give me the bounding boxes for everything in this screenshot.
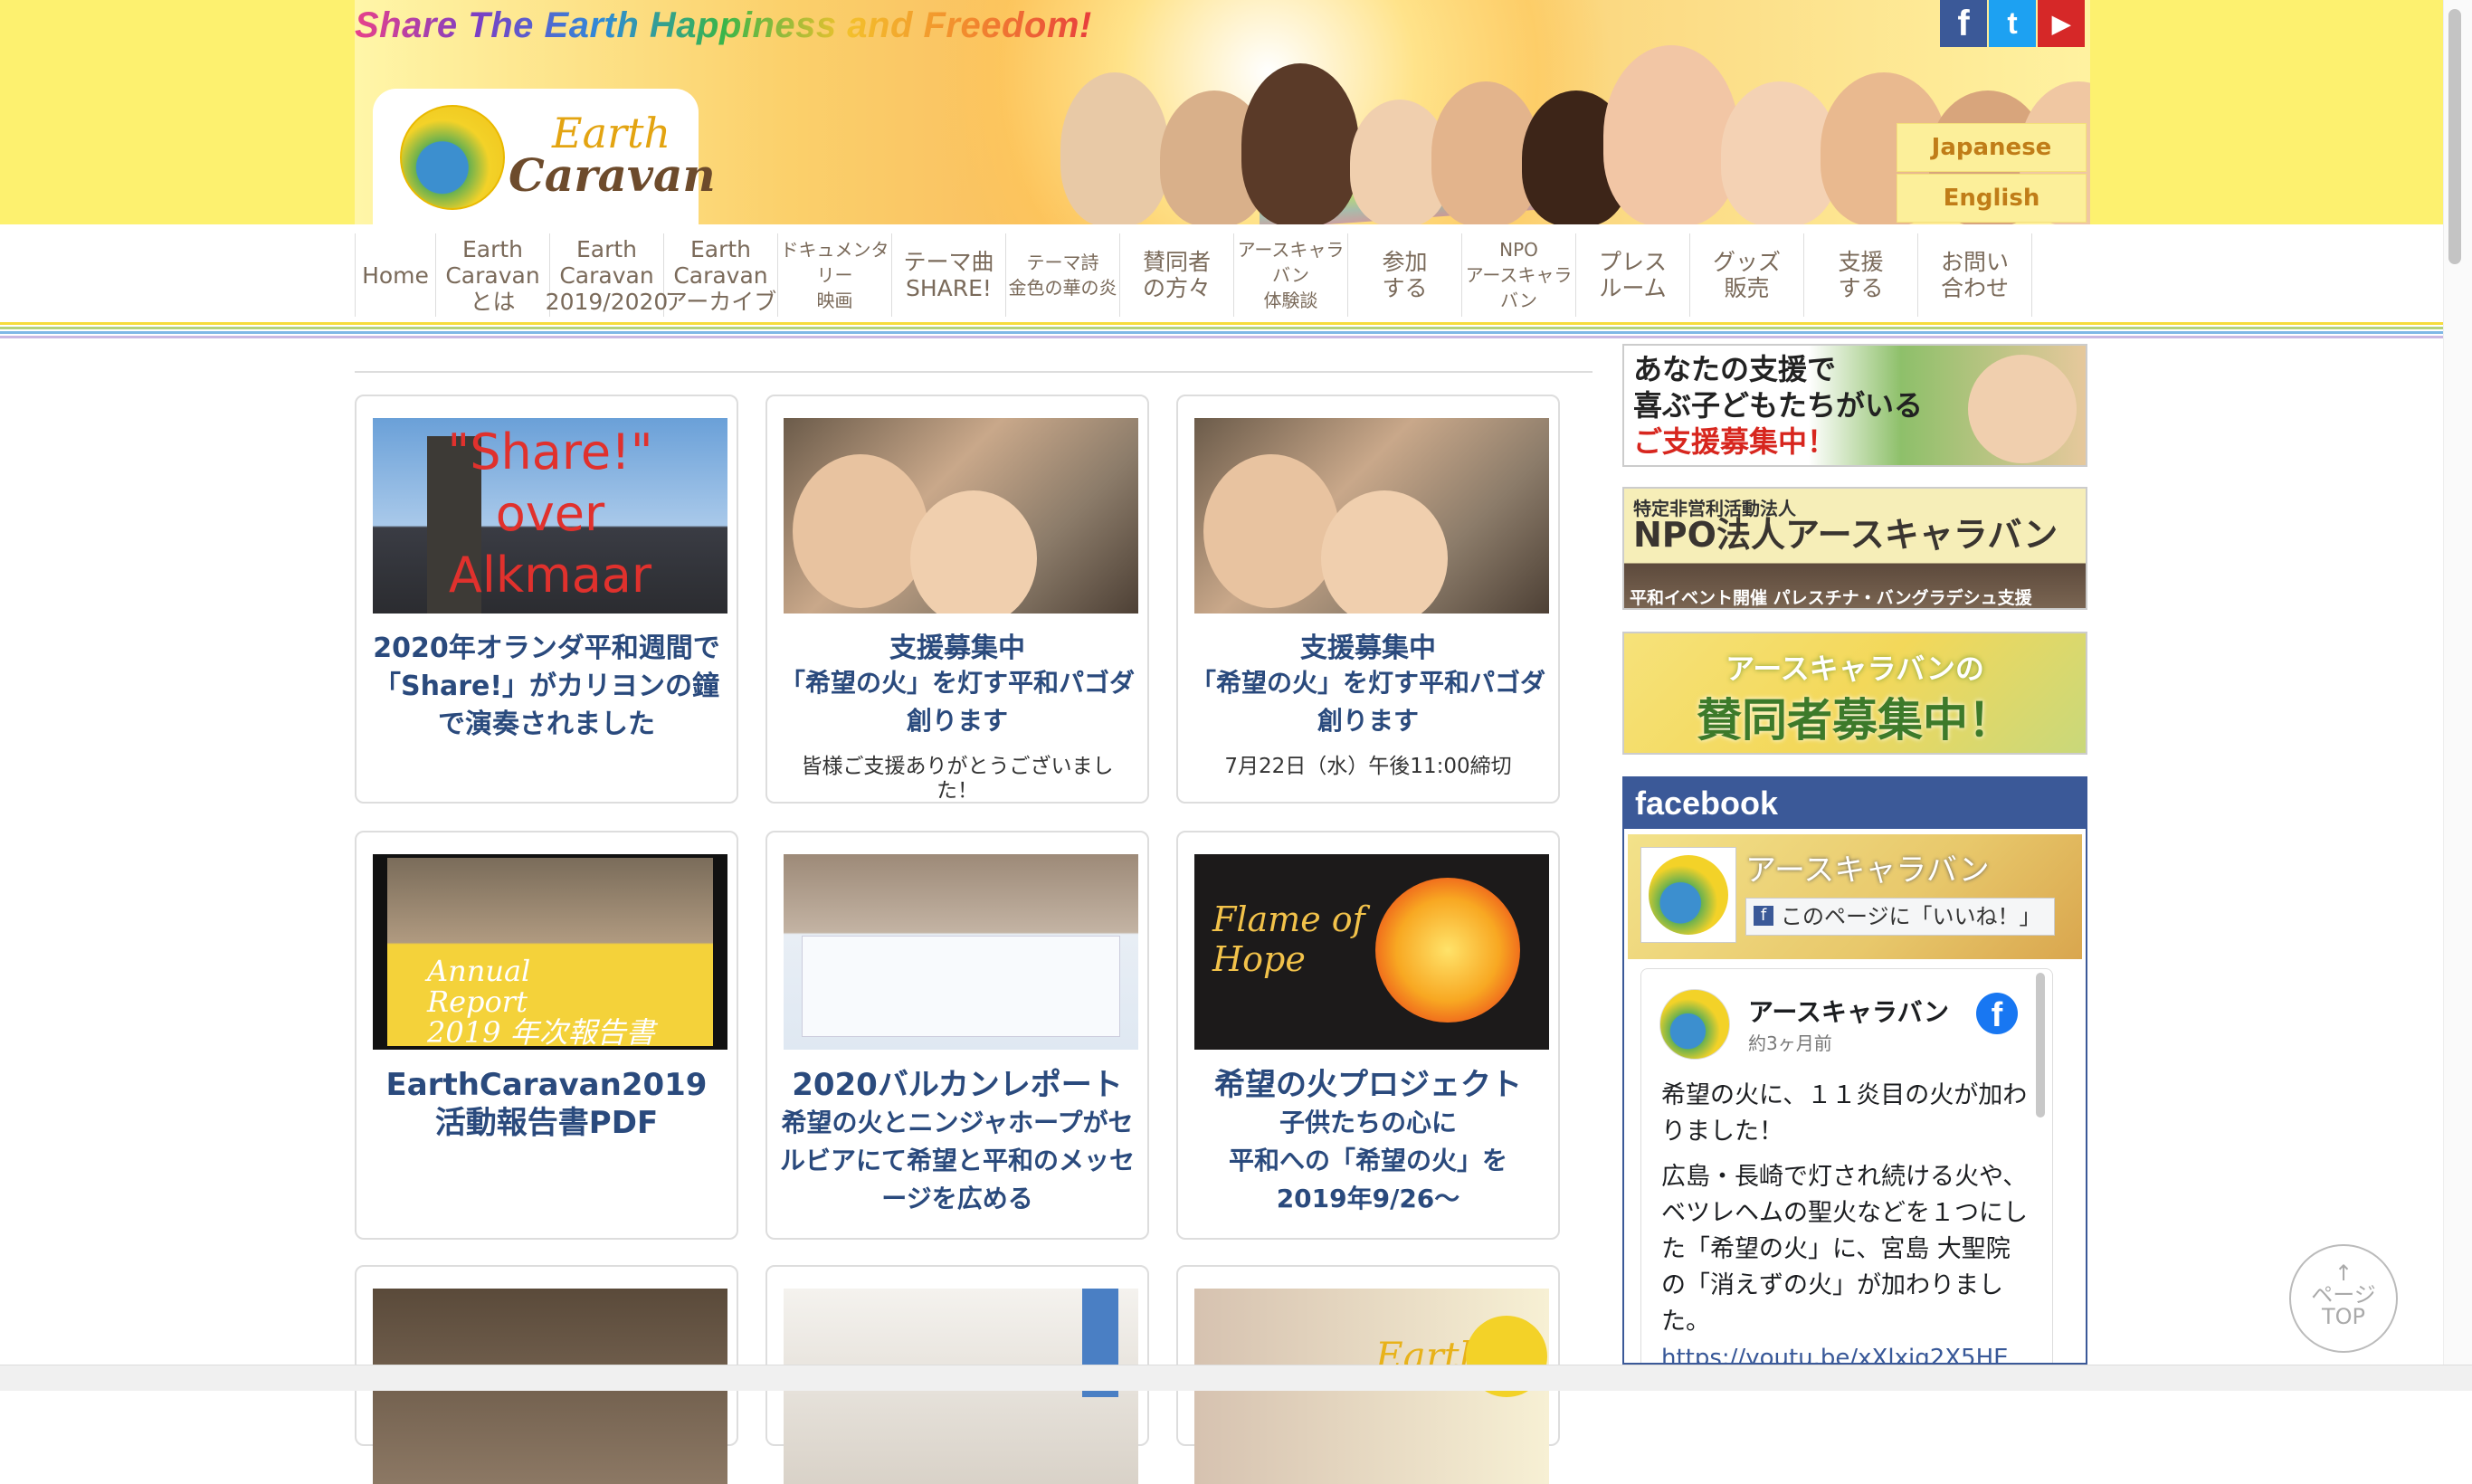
banner-line: あなたの支援で	[1633, 352, 1837, 386]
facebook-page-name[interactable]: アースキャラバン	[1745, 845, 1990, 889]
facebook-like-icon: f	[1754, 906, 1773, 926]
banner-line: アースキャラバンの	[1726, 652, 1984, 686]
news-card[interactable]: Annual Report 2019 年次報告書 EarthCaravan201…	[355, 831, 738, 1240]
npo-banner[interactable]: 特定非営利活動法人 NPO法人アースキャラバン 平和イベント開催 パレスチナ・バ…	[1622, 487, 2087, 610]
nav-item-join[interactable]: 参加 する	[1348, 233, 1462, 317]
news-card[interactable]: "Share!" over Alkmaar 2020年オランダ平和週間で「Sha…	[355, 395, 738, 804]
facebook-heading: facebook	[1624, 778, 2086, 829]
page-top-button[interactable]: ↑ ページ TOP	[2289, 1244, 2398, 1353]
nav-item-press[interactable]: プレス ルーム	[1576, 233, 1690, 317]
facebook-like-label: このページに「いいね！」	[1781, 904, 2041, 929]
banner-line: 喜ぶ子どもたちがいる	[1633, 388, 1924, 423]
nav-item-contact[interactable]: お問い 合わせ	[1918, 233, 2032, 317]
facebook-logo-icon: f	[1976, 993, 2018, 1034]
news-card[interactable]: 支援募集中 「希望の火」を灯す平和パゴダ創ります 7月22日（水）午後11:00…	[1176, 395, 1560, 804]
post-scrollbar[interactable]	[2036, 973, 2045, 1118]
banner-line: 賛同者募集中！	[1697, 694, 2013, 747]
card-image: Annual Report 2019 年次報告書	[373, 854, 727, 1050]
nav-item-documentary[interactable]: ドキュメンタリー 映画	[778, 233, 892, 317]
post-author[interactable]: アースキャラバン	[1748, 993, 1949, 1029]
language-japanese-button[interactable]: Japanese	[1897, 123, 2087, 172]
facebook-icon[interactable]: f	[1940, 0, 1987, 47]
post-time[interactable]: 約3ヶ月前	[1748, 1029, 1832, 1055]
nav-item-home[interactable]: Home	[355, 233, 436, 317]
card-image: Flame of Hope	[1194, 854, 1549, 1050]
banner-line: NPO法人アースキャラバン	[1633, 515, 2058, 555]
banner-line: ご支援募集中！	[1633, 424, 1837, 459]
card-title: 2020年オランダ平和週間で「Share!」がカリヨンの鐘で演奏されました	[373, 633, 720, 740]
nav-item-2019-2020[interactable]: Earth Caravan 2019/2020	[546, 233, 668, 317]
main-nav: Home Earth Caravan とは Earth Caravan 2019…	[355, 233, 2032, 317]
twitter-icon[interactable]: t	[1989, 0, 2036, 47]
card-note: 皆様ご支援ありがとうございました！	[801, 755, 1114, 803]
logo-text-caravan: Caravan	[509, 148, 716, 202]
card-body: 希望の火とニンジャホープがセルビアにて希望と平和のメッセージを広める	[779, 1108, 1135, 1213]
language-english-button[interactable]: English	[1897, 174, 2087, 223]
card-body: 子供たちの心に 平和への「希望の火」を 2019年9/26〜	[1228, 1108, 1507, 1213]
card-title: 2020バルカンレポート	[792, 1067, 1123, 1103]
site-logo[interactable]: Earth Caravan	[373, 89, 716, 224]
card-title: EarthCaravan2019 活動報告書PDF	[385, 1067, 708, 1141]
card-title: 支援募集中	[889, 633, 1025, 664]
post-link[interactable]: https://youtu.be/xXlxjg2X5HE	[1661, 1340, 2009, 1363]
card-title: 希望の火プロジェクト	[1214, 1067, 1522, 1103]
post-text: 希望の火に、１１炎目の火が加わりました！	[1661, 1081, 2028, 1146]
facebook-page-avatar[interactable]	[1640, 847, 1736, 943]
header-tagline: Share The Earth Happiness and Freedom!	[355, 5, 1092, 45]
nav-item-theme-poem[interactable]: テーマ詩 金色の華の炎	[1006, 233, 1120, 317]
horizontal-scrollbar[interactable]	[0, 1365, 2472, 1391]
card-image	[784, 854, 1138, 1050]
nav-item-experiences[interactable]: アースキャラバン 体験談	[1234, 233, 1348, 317]
card-image: "Share!" over Alkmaar	[373, 418, 727, 614]
page-top-label: TOP	[2321, 1304, 2366, 1329]
card-title: 支援募集中	[1300, 633, 1436, 664]
news-card[interactable]	[765, 1265, 1149, 1484]
facebook-widget: facebook アースキャラバン f このページに「いいね！」 アースキャラバ…	[1622, 776, 2087, 1365]
nav-item-support[interactable]: 支援 する	[1804, 233, 1918, 317]
youtube-icon[interactable]: ▶	[2038, 0, 2085, 47]
nav-item-about[interactable]: Earth Caravan とは	[436, 233, 550, 317]
nav-divider-stripes	[0, 322, 2443, 338]
post-author-avatar[interactable]	[1659, 989, 1730, 1060]
nav-item-theme-song[interactable]: テーマ曲 SHARE!	[892, 233, 1006, 317]
card-body: 「希望の火」を灯す平和パゴダ創ります	[1190, 668, 1545, 736]
card-note: 7月22日（水）午後11:00締切	[1224, 755, 1512, 778]
donation-banner[interactable]: あなたの支援で 喜ぶ子どもたちがいる ご支援募集中！	[1622, 344, 2087, 467]
nav-item-supporters[interactable]: 賛同者 の方々	[1120, 233, 1234, 317]
card-body: 「希望の火」を灯す平和パゴダ創ります	[779, 668, 1135, 736]
nav-item-goods[interactable]: グッズ 販売	[1690, 233, 1804, 317]
news-card[interactable]	[355, 1265, 738, 1484]
post-text: 広島・長崎で灯され続ける火や、ベツレヘムの聖火などを１つにした「希望の火」に、宮…	[1661, 1163, 2028, 1336]
news-card[interactable]: 2020バルカンレポート 希望の火とニンジャホープがセルビアにて希望と平和のメッ…	[765, 831, 1149, 1240]
arrow-up-icon: ↑	[2334, 1260, 2353, 1286]
card-image	[784, 418, 1138, 614]
page-top-label: ページ	[2311, 1282, 2376, 1308]
content-divider	[355, 371, 1593, 373]
news-card[interactable]: 支援募集中 「希望の火」を灯す平和パゴダ創ります 皆様ご支援ありがとうございまし…	[765, 395, 1149, 804]
nav-item-npo[interactable]: NPO アースキャラバン	[1462, 233, 1576, 317]
facebook-cover[interactable]: アースキャラバン f このページに「いいね！」	[1628, 834, 2082, 959]
card-image-caption: Annual Report 2019 年次報告書	[427, 954, 655, 1050]
facebook-like-button[interactable]: f このページに「いいね！」	[1745, 898, 2055, 936]
nav-item-archive[interactable]: Earth Caravan アーカイブ	[664, 233, 778, 317]
card-image-caption: Flame of Hope	[1212, 899, 1365, 979]
scrollbar-thumb[interactable]	[2448, 9, 2461, 264]
supporter-banner[interactable]: アースキャラバンの 賛同者募集中！	[1622, 632, 2087, 755]
facebook-post: アースキャラバン 約3ヶ月前 f 希望の火に、１１炎目の火が加わりました！ 広島…	[1640, 968, 2053, 1363]
globe-logo-icon	[400, 105, 505, 210]
card-image-caption: "Share!" over Alkmaar	[447, 423, 653, 604]
page: Share The Earth Happiness and Freedom! E…	[0, 0, 2472, 1484]
news-card[interactable]: Flame of Hope 希望の火プロジェクト 子供たちの心に 平和への「希望…	[1176, 831, 1560, 1240]
card-image	[1194, 418, 1549, 614]
banner-line: 平和イベント開催 パレスチナ・バングラデシュ支援	[1630, 588, 2032, 608]
news-card[interactable]: Earth	[1176, 1265, 1560, 1484]
